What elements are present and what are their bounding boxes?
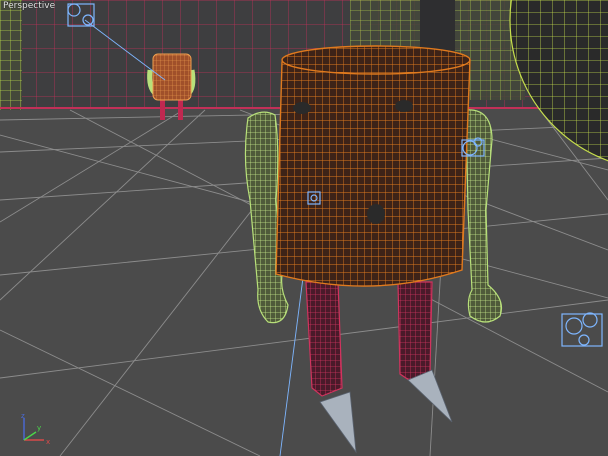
room-pillar-left[interactable] — [0, 0, 22, 118]
axis-z-label: z — [21, 414, 25, 420]
axis-y-line — [23, 431, 37, 441]
character-eye-left — [293, 102, 311, 114]
character-eye-right — [395, 100, 413, 112]
viewport-label[interactable]: Perspective — [3, 1, 55, 11]
character-body[interactable] — [275, 45, 471, 287]
axis-gizmo: x y z — [21, 414, 50, 446]
axis-x-label: x — [46, 438, 50, 446]
character-right-leg[interactable] — [397, 281, 433, 383]
character-left-leg[interactable] — [305, 281, 343, 397]
scene-canvas[interactable] — [0, 0, 608, 456]
axis-y-label: y — [37, 424, 41, 432]
character-mouth — [367, 204, 385, 224]
perspective-viewport[interactable]: Perspective x y z — [0, 0, 608, 456]
